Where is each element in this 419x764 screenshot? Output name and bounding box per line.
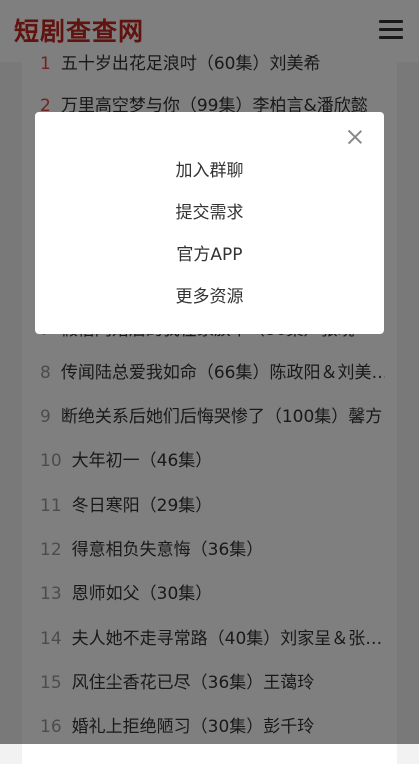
menu-modal: 加入群聊 提交需求 官方APP 更多资源 — [35, 112, 384, 334]
join-group-item[interactable]: 加入群聊 — [35, 156, 384, 181]
official-app-item[interactable]: 官方APP — [35, 240, 384, 265]
more-resources-item[interactable]: 更多资源 — [35, 282, 384, 307]
submit-request-item[interactable]: 提交需求 — [35, 198, 384, 223]
close-icon[interactable] — [348, 130, 362, 144]
